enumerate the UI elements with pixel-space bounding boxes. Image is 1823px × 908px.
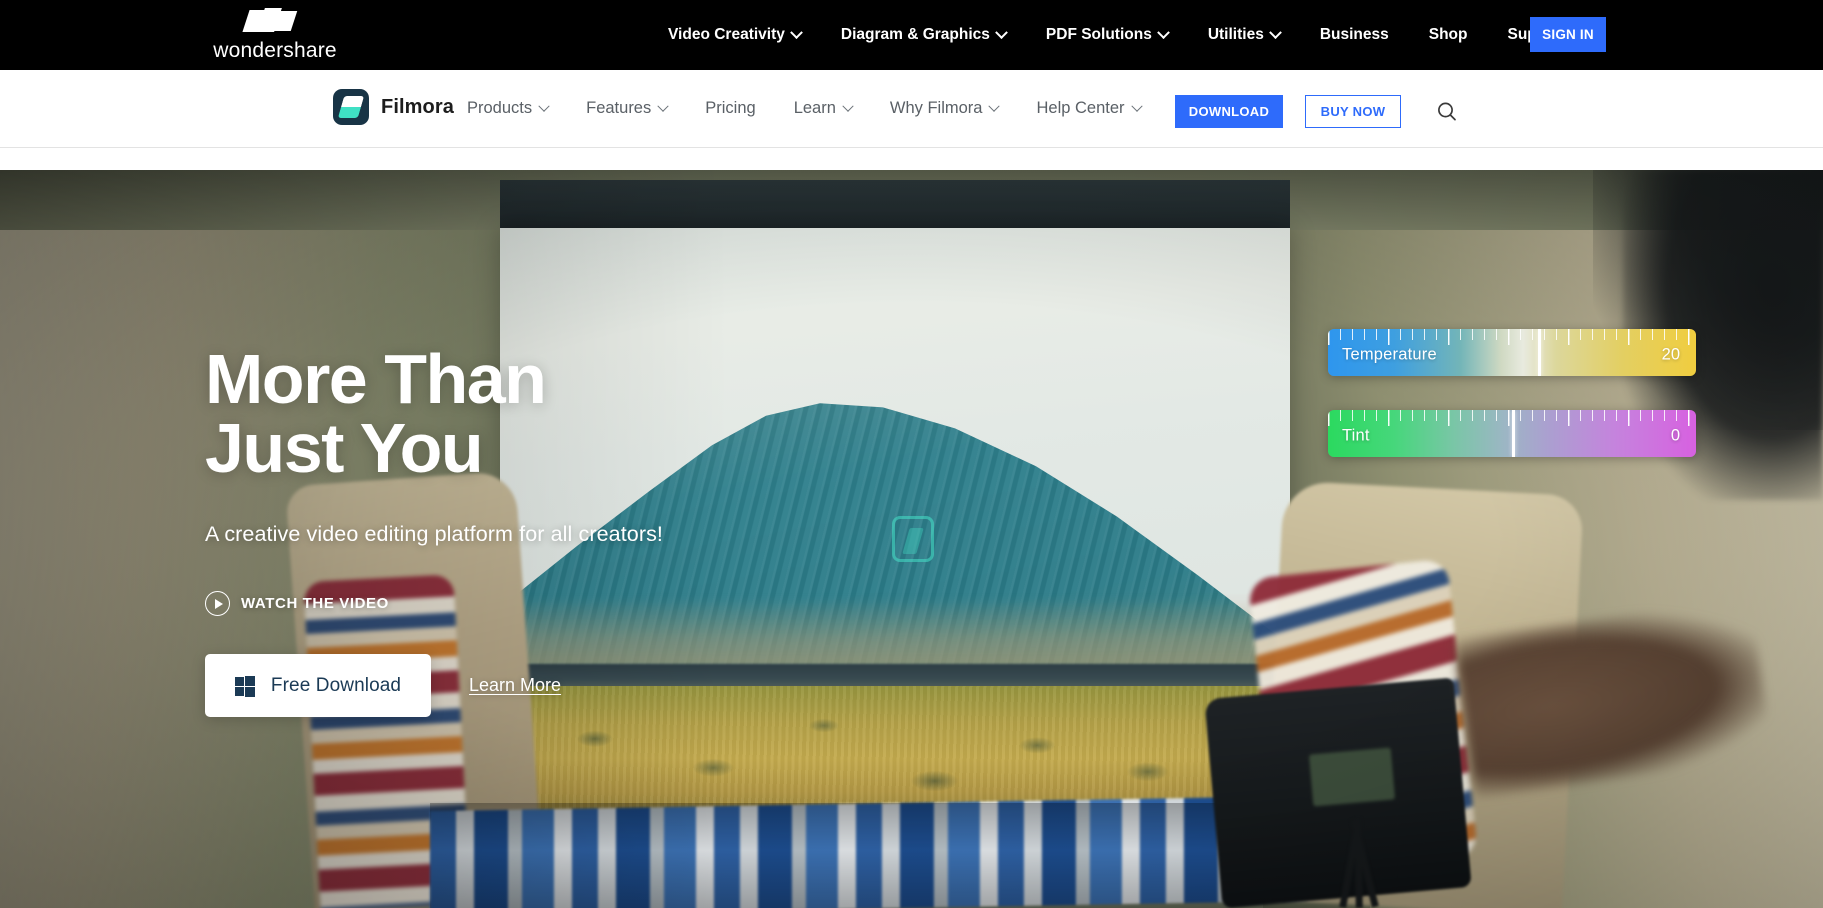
filmora-diamond-icon xyxy=(333,89,369,125)
global-nav-item-shop[interactable]: Shop xyxy=(1409,26,1488,44)
global-nav-item-utilities[interactable]: Utilities xyxy=(1188,25,1300,44)
product-nav-item-pricing[interactable]: Pricing xyxy=(686,99,774,118)
product-nav-label: Features xyxy=(586,99,652,117)
product-nav-bar: Filmora Products Features Pricing Learn … xyxy=(0,70,1823,148)
wondershare-w-icon xyxy=(242,8,304,34)
slider-major-ticks xyxy=(1328,329,1696,345)
free-download-label: Free Download xyxy=(270,674,402,696)
buy-now-button[interactable]: BUY NOW xyxy=(1305,95,1401,128)
global-nav-item-business[interactable]: Business xyxy=(1300,26,1409,44)
global-nav-label: PDF Solutions xyxy=(1045,26,1152,43)
download-button[interactable]: DOWNLOAD xyxy=(1175,95,1283,128)
color-adjust-panel: Temperature 20 Tint 0 xyxy=(1328,329,1696,491)
chevron-down-icon xyxy=(657,100,669,112)
product-nav-item-products[interactable]: Products xyxy=(448,99,567,118)
temperature-slider-value: 20 xyxy=(1661,344,1680,363)
top-global-bar: wondershare Video Creativity Diagram & G… xyxy=(0,0,1823,70)
temperature-slider-label: Temperature xyxy=(1342,344,1437,363)
play-circle-icon xyxy=(205,591,230,617)
global-nav: Video Creativity Diagram & Graphics PDF … xyxy=(648,0,1587,70)
temperature-slider[interactable]: Temperature 20 xyxy=(1328,329,1696,376)
chevron-down-icon xyxy=(995,25,1008,39)
hero-section: More Than Just You A creative video edit… xyxy=(0,170,1823,908)
filmora-wordmark: Filmora xyxy=(381,95,454,118)
filmora-brand[interactable]: Filmora xyxy=(333,89,454,125)
chevron-down-icon xyxy=(1156,25,1170,39)
product-nav-item-learn[interactable]: Learn xyxy=(775,99,871,118)
global-nav-label: Utilities xyxy=(1207,26,1264,43)
product-nav-label: Pricing xyxy=(705,99,756,117)
global-nav-item-diagram-graphics[interactable]: Diagram & Graphics xyxy=(821,25,1026,44)
hero-subtitle: A creative video editing platform for al… xyxy=(205,522,664,547)
tint-slider-label: Tint xyxy=(1342,425,1370,444)
product-nav-label: Why Filmora xyxy=(889,99,983,117)
tint-slider[interactable]: Tint 0 xyxy=(1328,410,1696,457)
hero-content: More Than Just You A creative video edit… xyxy=(205,340,664,718)
sign-in-button[interactable]: SIGN IN xyxy=(1530,17,1606,52)
chevron-down-icon xyxy=(988,100,1001,112)
temperature-slider-handle[interactable] xyxy=(1537,329,1541,376)
chevron-down-icon xyxy=(1130,100,1143,112)
chevron-down-icon xyxy=(790,25,803,39)
product-nav-label: Learn xyxy=(793,99,836,117)
product-nav-item-help-center[interactable]: Help Center xyxy=(1017,99,1159,118)
wondershare-logo[interactable]: wondershare xyxy=(213,8,337,63)
watch-the-video-link[interactable]: WATCH THE VIDEO xyxy=(205,591,389,617)
global-nav-label: Shop xyxy=(1428,26,1468,43)
product-nav: Products Features Pricing Learn Why Film… xyxy=(448,70,1160,147)
learn-more-link[interactable]: Learn More xyxy=(469,675,561,696)
nav-hero-spacer xyxy=(0,148,1823,170)
hero-cta-row: Free Download Learn More xyxy=(205,654,663,718)
wondershare-wordmark: wondershare xyxy=(213,39,337,62)
watch-video-label: WATCH THE VIDEO xyxy=(241,595,389,613)
free-download-button[interactable]: Free Download xyxy=(205,654,431,718)
product-nav-label: Help Center xyxy=(1036,99,1125,117)
chevron-down-icon xyxy=(1268,25,1282,39)
product-nav-label: Products xyxy=(467,99,533,117)
chevron-down-icon xyxy=(842,100,854,112)
global-nav-label: Video Creativity xyxy=(668,26,785,43)
product-nav-item-features[interactable]: Features xyxy=(567,99,686,118)
hero-headline: More Than Just You xyxy=(205,340,547,487)
global-nav-item-pdf-solutions[interactable]: PDF Solutions xyxy=(1026,25,1188,44)
global-nav-item-video-creativity[interactable]: Video Creativity xyxy=(648,25,821,44)
global-nav-label: Diagram & Graphics xyxy=(840,26,990,43)
chevron-down-icon xyxy=(538,100,550,112)
tint-slider-value: 0 xyxy=(1670,425,1680,444)
tint-slider-handle[interactable] xyxy=(1512,410,1515,457)
product-nav-item-why-filmora[interactable]: Why Filmora xyxy=(871,99,1018,118)
global-nav-label: Business xyxy=(1319,26,1389,43)
windows-icon xyxy=(234,675,255,697)
search-icon[interactable] xyxy=(1435,100,1459,124)
